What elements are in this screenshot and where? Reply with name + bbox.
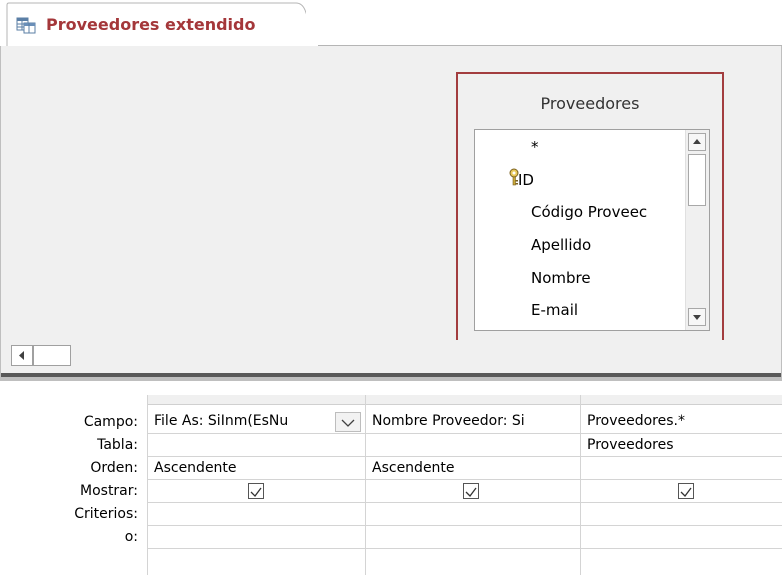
tab-label: Proveedores extendido [46, 15, 256, 34]
row-label-criterios: Criterios: [74, 506, 138, 522]
row-label-mostrar: Mostrar: [80, 483, 138, 499]
field-apellido[interactable]: Apellido [531, 236, 591, 254]
row-label-orden: Orden: [90, 460, 138, 476]
field-all[interactable]: * [531, 138, 539, 156]
row-label-campo: Campo: [83, 414, 138, 430]
row-label-o: o: [124, 529, 138, 545]
query-design-icon [16, 16, 36, 34]
column-selector-1[interactable] [148, 395, 365, 405]
table-box-title: Proveedores [540, 94, 640, 113]
table-proveedores-box[interactable]: Proveedores * ID Código Proveec Apellido… [456, 72, 724, 357]
orden-cell-3[interactable] [581, 460, 782, 480]
grid-hline [148, 548, 782, 549]
horizontal-scroll-thumb[interactable] [33, 345, 71, 366]
scroll-left-button[interactable] [11, 345, 33, 366]
column-selector-3[interactable] [581, 395, 782, 405]
arrow-up-icon [693, 139, 701, 144]
campo-dropdown-button[interactable] [335, 412, 361, 432]
arrow-left-icon [19, 351, 24, 360]
orden-cell-1[interactable]: Ascendente [148, 460, 365, 480]
design-horizontal-scrollbar[interactable] [1, 340, 781, 373]
tabla-cell-3[interactable]: Proveedores [581, 437, 782, 457]
scroll-thumb[interactable] [688, 154, 706, 206]
mostrar-checkbox-1[interactable] [248, 483, 264, 499]
scroll-down-button[interactable] [688, 308, 706, 326]
checkmark-icon [680, 487, 692, 497]
tabla-cell-1[interactable] [148, 434, 365, 456]
document-tab-strip: Proveedores extendido [0, 0, 782, 46]
query-design-area[interactable]: Proveedores * ID Código Proveec Apellido… [1, 46, 781, 357]
tab-proveedores-extendido[interactable]: Proveedores extendido [6, 2, 306, 46]
query-design-grid: Campo: Tabla: Orden: Mostrar: Criterios:… [0, 381, 782, 575]
tabla-cell-2[interactable] [366, 434, 580, 456]
grid-hline [148, 525, 782, 526]
orden-cell-2[interactable]: Ascendente [366, 460, 580, 480]
campo-cell-3[interactable]: Proveedores.* [581, 411, 782, 433]
campo-cell-1[interactable]: File As: SiInm(EsNu [148, 411, 334, 433]
field-email[interactable]: E-mail [531, 301, 578, 319]
column-selector-2[interactable] [366, 395, 580, 405]
checkmark-icon [250, 487, 262, 497]
campo-cell-2[interactable]: Nombre Proveedor: Si [366, 411, 580, 433]
field-id[interactable]: ID [518, 171, 534, 189]
field-nombre[interactable]: Nombre [531, 269, 591, 287]
field-list-scrollbar[interactable] [685, 130, 709, 330]
arrow-down-icon [693, 315, 701, 320]
row-label-tabla: Tabla: [97, 437, 138, 453]
grid-hline [148, 502, 782, 503]
scroll-up-button[interactable] [688, 133, 706, 151]
field-list[interactable]: * ID Código Proveec Apellido Nombre E-ma… [474, 129, 710, 331]
checkmark-icon [465, 487, 477, 497]
field-codigo-proveedor[interactable]: Código Proveec [531, 203, 647, 221]
chevron-down-icon [341, 419, 355, 427]
mostrar-checkbox-3[interactable] [678, 483, 694, 499]
mostrar-checkbox-2[interactable] [463, 483, 479, 499]
